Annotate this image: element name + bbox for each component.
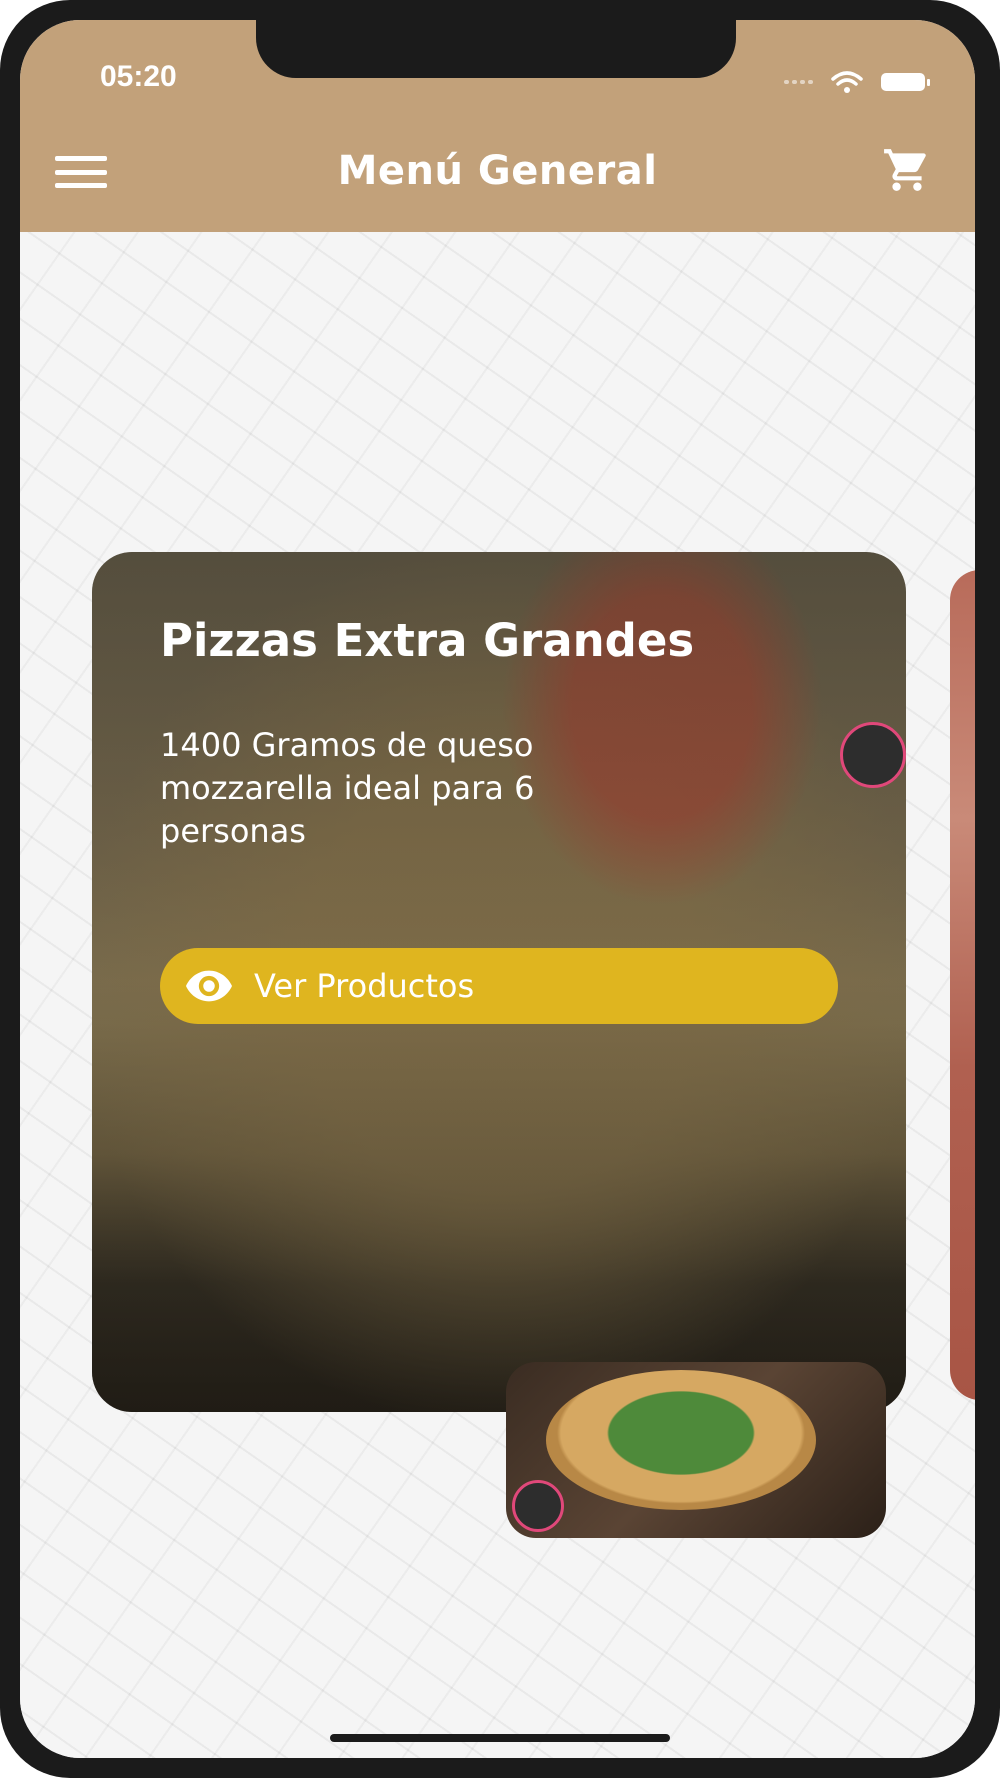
product-thumbnail[interactable] — [506, 1362, 886, 1538]
category-title: Pizzas Extra Grandes — [160, 614, 695, 667]
phone-frame: 05:20 Menú General Pizzas Extra Grandes … — [0, 0, 1000, 1778]
home-indicator[interactable] — [330, 1734, 670, 1742]
app-screen: 05:20 Menú General Pizzas Extra Grandes … — [20, 20, 975, 1758]
status-icons — [745, 62, 930, 102]
category-card[interactable]: Pizzas Extra Grandes 1400 Gramos de ques… — [92, 552, 906, 1412]
brand-logo-small — [512, 1480, 564, 1532]
shopping-cart-icon[interactable] — [879, 145, 935, 195]
signal-icon — [784, 80, 813, 84]
device-notch — [256, 20, 736, 78]
hamburger-menu-icon[interactable] — [55, 150, 107, 194]
category-description: 1400 Gramos de queso mozzarella ideal pa… — [160, 726, 535, 850]
brand-logo — [840, 722, 906, 788]
top-header: 05:20 Menú General — [20, 20, 975, 232]
battery-icon — [881, 73, 930, 91]
pizza-image — [546, 1370, 816, 1510]
eye-icon — [186, 970, 232, 1002]
status-time: 05:20 — [100, 60, 177, 93]
page-title: Menú General — [337, 148, 658, 194]
wifi-icon — [831, 71, 863, 93]
next-category-card[interactable] — [950, 570, 975, 1400]
ver-productos-button[interactable]: Ver Productos — [160, 948, 838, 1024]
ver-productos-label: Ver Productos — [254, 967, 475, 1005]
